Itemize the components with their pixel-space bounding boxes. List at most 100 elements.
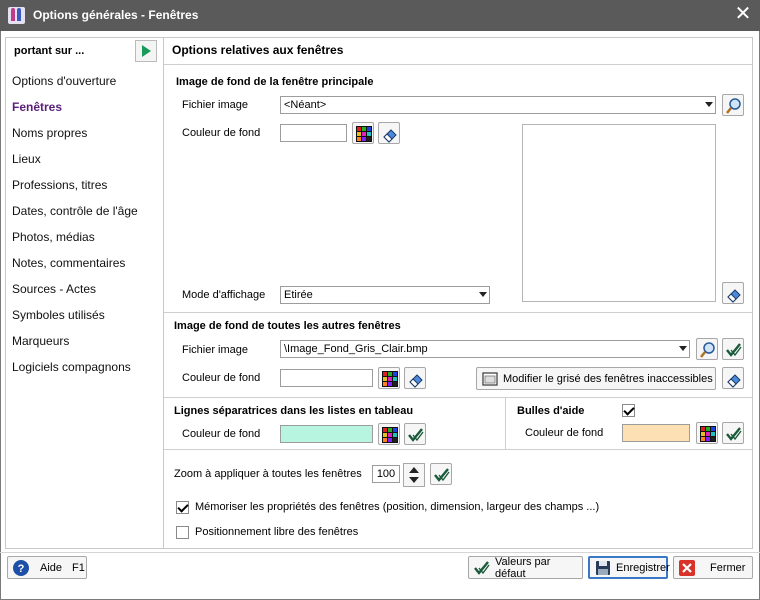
- main-color-swatch[interactable]: [280, 124, 347, 142]
- validate-icon: [408, 428, 424, 442]
- tooltips-title: Bulles d'aide: [517, 405, 585, 417]
- validate-icon: [473, 559, 491, 577]
- zoom-input[interactable]: 100: [372, 465, 400, 483]
- tooltips-color-label: Couleur de fond: [525, 427, 604, 439]
- sidebar-item[interactable]: Options d'ouverture: [12, 74, 116, 88]
- close-label: Fermer: [710, 561, 746, 574]
- divider: [164, 64, 752, 65]
- other-file-select[interactable]: \Image_Fond_Gris_Clair.bmp: [280, 340, 690, 358]
- tooltips-palette-button[interactable]: [696, 422, 718, 444]
- main-bg-title: Image de fond de la fenêtre principale: [176, 76, 374, 88]
- zoom-value: 100: [376, 468, 396, 480]
- tooltips-validate-button[interactable]: [722, 422, 744, 444]
- sidebar-item[interactable]: Symboles utilisés: [12, 308, 105, 322]
- tooltips-checkbox[interactable]: [622, 404, 635, 417]
- save-icon: [594, 559, 612, 577]
- divider: [164, 397, 752, 398]
- other-color-label: Couleur de fond: [182, 372, 261, 384]
- palette-icon: [382, 371, 398, 387]
- other-file-validate-button[interactable]: [722, 338, 744, 360]
- divider: [505, 397, 506, 449]
- separators-title: Lignes séparatrices dans les listes en t…: [174, 405, 414, 417]
- validate-icon: [726, 343, 742, 357]
- main-file-label: Fichier image: [182, 99, 249, 111]
- close-icon[interactable]: ✕: [732, 4, 754, 25]
- play-icon: [142, 45, 151, 57]
- save-label: Enregistrer: [616, 561, 670, 574]
- divider: [164, 449, 752, 450]
- panel-title: Options relatives aux fenêtres: [172, 43, 344, 57]
- validate-icon: [434, 468, 450, 482]
- other-file-label: Fichier image: [182, 344, 249, 356]
- defaults-label: Valeurs par défaut: [495, 555, 551, 580]
- sidebar-item[interactable]: Fenêtres: [12, 100, 62, 114]
- other-palette-button[interactable]: [378, 367, 400, 389]
- separators-color-swatch[interactable]: [280, 425, 373, 443]
- main-palette-button[interactable]: [352, 122, 374, 144]
- sidebar-item[interactable]: Lieux: [12, 152, 41, 166]
- help-label: Aide: [40, 561, 63, 574]
- separators-validate-button[interactable]: [404, 423, 426, 445]
- save-button[interactable]: Enregistrer: [588, 556, 670, 579]
- eraser-icon: [727, 374, 741, 388]
- help-icon: ?: [12, 559, 30, 577]
- sidebar-item[interactable]: Dates, contrôle de l'âge: [12, 204, 138, 218]
- window-icon: [481, 370, 499, 388]
- eraser-icon: [727, 289, 741, 303]
- title-bar: Options générales - Fenêtres ✕: [0, 0, 760, 31]
- chevron-down-icon: [679, 346, 687, 351]
- other-file-browse-button[interactable]: [696, 338, 718, 360]
- grey-eraser-button[interactable]: [722, 367, 744, 389]
- other-file-value: \Image_Fond_Gris_Clair.bmp: [284, 343, 428, 355]
- sidebar-item[interactable]: Sources - Actes: [12, 282, 96, 296]
- help-key: F1: [72, 561, 85, 574]
- sidebar-item[interactable]: Notes, commentaires: [12, 256, 125, 270]
- zoom-validate-button[interactable]: [430, 463, 452, 485]
- main-file-value: <Néant>: [284, 99, 327, 111]
- close-button[interactable]: Fermer: [673, 556, 753, 579]
- divider: [164, 312, 752, 313]
- sidebar-item[interactable]: Photos, médias: [12, 230, 95, 244]
- chevron-down-icon: [479, 292, 487, 297]
- mode-value: Etirée: [284, 289, 313, 301]
- divider: [0, 552, 760, 553]
- separators-color-label: Couleur de fond: [182, 428, 261, 440]
- mode-label: Mode d'affichage: [182, 289, 266, 301]
- main-file-browse-button[interactable]: [722, 94, 744, 116]
- chevron-down-icon: [705, 102, 713, 107]
- palette-icon: [382, 427, 398, 443]
- modify-grey-button[interactable]: Modifier le grisé des fenêtres inaccessi…: [476, 367, 716, 390]
- window-title: Options générales - Fenêtres: [33, 8, 199, 22]
- separators-palette-button[interactable]: [378, 423, 400, 445]
- other-color-swatch[interactable]: [280, 369, 373, 387]
- nav-header: portant sur ...: [14, 45, 85, 57]
- zoom-stepper[interactable]: [403, 463, 425, 487]
- main-color-label: Couleur de fond: [182, 127, 261, 139]
- svg-text:?: ?: [18, 563, 25, 575]
- cancel-icon: [678, 559, 696, 577]
- validate-icon: [726, 427, 742, 441]
- sidebar-item[interactable]: Marqueurs: [12, 334, 69, 348]
- image-preview: [522, 124, 716, 302]
- main-eraser-button[interactable]: [378, 122, 400, 144]
- eraser-icon: [409, 374, 423, 388]
- other-bg-title: Image de fond de toutes les autres fenêt…: [174, 320, 401, 332]
- search-icon: [700, 342, 715, 358]
- modify-grey-label: Modifier le grisé des fenêtres inaccessi…: [503, 372, 713, 385]
- preview-eraser-button[interactable]: [722, 282, 744, 304]
- defaults-button[interactable]: Valeurs par défaut: [468, 555, 583, 580]
- play-button[interactable]: [135, 40, 157, 62]
- app-icon: [8, 7, 25, 24]
- tooltips-color-swatch[interactable]: [622, 424, 690, 442]
- remember-checkbox[interactable]: [176, 501, 189, 514]
- eraser-icon: [383, 129, 397, 143]
- other-eraser-button[interactable]: [404, 367, 426, 389]
- free-position-checkbox[interactable]: [176, 526, 189, 539]
- main-file-select[interactable]: <Néant>: [280, 96, 716, 114]
- search-icon: [726, 98, 741, 114]
- sidebar-item[interactable]: Logiciels compagnons: [12, 360, 131, 374]
- sidebar-item[interactable]: Noms propres: [12, 126, 87, 140]
- mode-select[interactable]: Etirée: [280, 286, 490, 304]
- help-button[interactable]: ? Aide F1: [7, 556, 87, 579]
- sidebar-item[interactable]: Professions, titres: [12, 178, 107, 192]
